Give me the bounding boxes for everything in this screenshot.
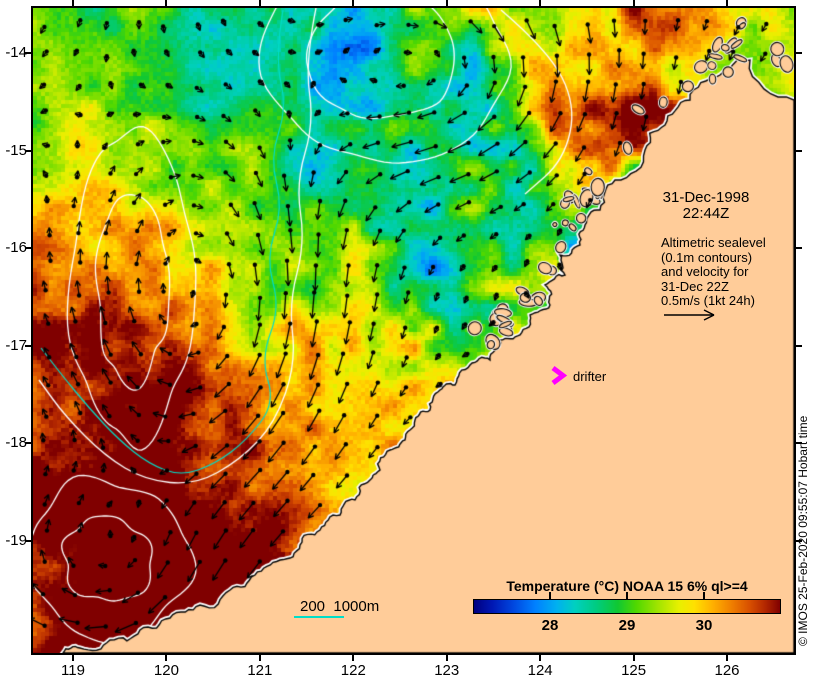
x-tick-mark [726, 653, 728, 661]
x-tick-mark [72, 0, 74, 8]
x-tick-mark [632, 0, 635, 8]
x-tick-label: 126 [714, 662, 740, 679]
copyright-text: © IMOS 25-Feb-2020 09:55:07 Hobart time [796, 415, 810, 646]
x-tick-label: 123 [434, 662, 460, 679]
observation-time: 22:44Z [682, 205, 730, 222]
observation-date: 31-Dec-1998 [662, 189, 750, 206]
x-tick-mark [258, 0, 261, 8]
map-frame [31, 6, 796, 655]
x-tick-mark [72, 653, 74, 661]
y-tick-mark [794, 149, 802, 152]
x-tick-label: 124 [527, 662, 553, 679]
page-background: 119 120 121 122 123 124 125 126 -14 -15 -16 -17 -18… [0, 0, 820, 680]
x-tick-mark [539, 653, 542, 661]
x-tick-mark [445, 653, 448, 661]
x-tick-mark [165, 653, 168, 661]
x-tick-label: 122 [340, 662, 366, 679]
colorbar-tick-mark [703, 592, 705, 599]
colorbar-tick-label: 28 [541, 617, 559, 634]
colorbar-tick-mark [626, 592, 628, 599]
y-tick-label: -16 [5, 239, 27, 256]
y-tick-mark [794, 52, 802, 54]
x-tick-mark [165, 0, 168, 8]
y-tick-label: -14 [5, 44, 27, 61]
sst-map-canvas [33, 8, 794, 653]
x-tick-label: 119 [61, 662, 85, 679]
colorbar-tick-mark [549, 592, 551, 599]
x-tick-label: 121 [247, 662, 273, 679]
depth-contour-legend: 200 1000m [300, 598, 380, 615]
x-tick-mark [539, 0, 542, 8]
x-tick-mark [726, 0, 728, 8]
x-tick-mark [632, 653, 635, 661]
observation-datetime: 31-Dec-1998 22:44Z [645, 190, 767, 222]
colorbar-tick-label: 30 [695, 617, 713, 634]
y-tick-label: -18 [5, 434, 27, 451]
velocity-scale-arrow-icon [664, 309, 715, 321]
drifter-label: drifter [573, 369, 607, 384]
x-tick-mark [445, 0, 448, 8]
colorbar-tick-label: 29 [618, 617, 636, 634]
y-tick-label: -17 [5, 336, 27, 354]
x-tick-mark [352, 0, 355, 8]
altimetric-legend-line: and velocity for [661, 264, 749, 279]
drifter-marker-icon [551, 366, 568, 385]
x-tick-label: 125 [621, 662, 647, 679]
x-tick-label: 120 [153, 662, 179, 679]
altimetric-legend-line: Altimetric sealevel [661, 235, 766, 250]
temperature-colorbar [473, 599, 781, 614]
altimetric-legend-line: (0.1m contours) [661, 249, 753, 265]
altimetric-legend: Altimetric sealevel (0.1m contours) and … [661, 235, 766, 309]
x-tick-mark [352, 653, 355, 661]
depth-contour-line [294, 616, 344, 618]
x-tick-mark [258, 653, 261, 661]
y-tick-label: -15 [5, 141, 27, 159]
y-tick-label: -19 [5, 531, 27, 549]
altimetric-legend-line: 31-Dec 22Z [661, 278, 729, 294]
